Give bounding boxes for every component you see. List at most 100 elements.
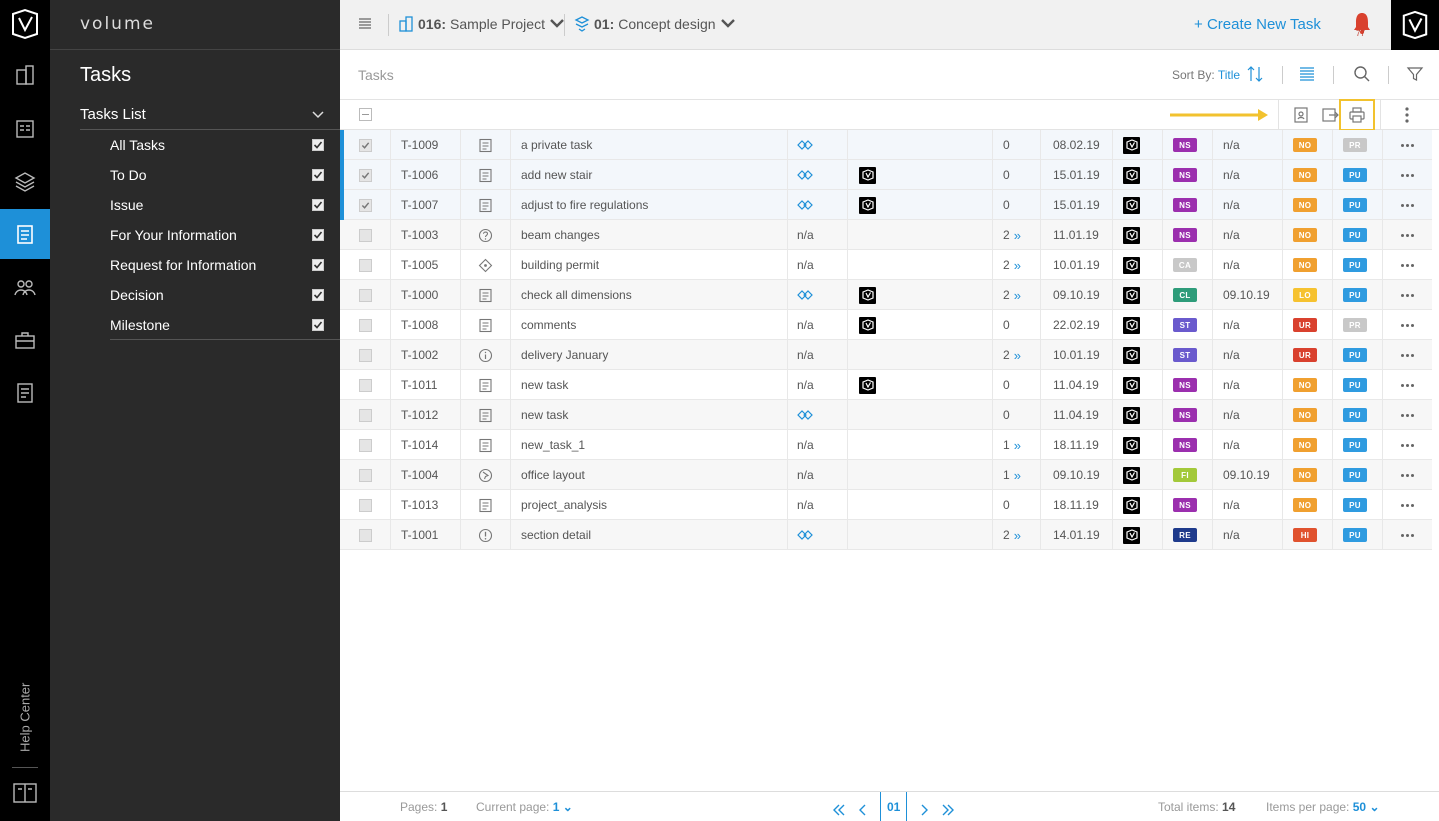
row-checkbox[interactable] [359,498,372,512]
task-title[interactable]: new task [510,370,787,400]
comments-count[interactable]: 2» [992,340,1040,370]
row-more-button[interactable] [1382,160,1432,190]
phase-link-icon[interactable] [787,160,847,190]
row-checkbox[interactable] [359,438,372,452]
manual-book-icon[interactable] [12,780,38,806]
double-chevron-right-icon[interactable]: » [1014,528,1021,543]
row-checkbox[interactable] [359,258,372,272]
row-more-button[interactable] [1382,220,1432,250]
double-chevron-right-icon[interactable]: » [1014,348,1021,363]
row-more-button[interactable] [1382,310,1432,340]
comments-count[interactable]: 1» [992,430,1040,460]
row-checkbox[interactable] [359,138,372,152]
row-checkbox[interactable] [359,408,372,422]
export-report-button[interactable] [1290,104,1312,126]
row-checkbox[interactable] [359,288,372,302]
phase-selector[interactable]: 01: Concept design [574,16,736,32]
table-row[interactable]: T-1009 a private task 0 08.02.19 NS n/a NO PR [340,130,1432,160]
phase-link-icon[interactable] [787,190,847,220]
tasks-list-toggle[interactable]: Tasks List [80,100,340,130]
row-more-button[interactable] [1382,430,1432,460]
row-more-button[interactable] [1382,460,1432,490]
nav-tasks-icon[interactable] [0,209,50,259]
task-title[interactable]: project_analysis [510,490,787,520]
table-row[interactable]: T-1002 delivery January n/a 2» 10.01.19 ST n/a… [340,340,1432,370]
filter-checkbox[interactable] [312,139,324,151]
table-row[interactable]: T-1013 project_analysis n/a 0 18.11.19 NS n/a N… [340,490,1432,520]
row-checkbox[interactable] [359,378,372,392]
filter-icon[interactable] [1406,65,1424,83]
task-title[interactable]: check all dimensions [510,280,787,310]
filter-checkbox[interactable] [312,229,324,241]
row-checkbox[interactable] [359,348,372,362]
sidebar-filter-item[interactable]: All Tasks [110,130,340,160]
task-title[interactable]: new task [510,400,787,430]
comments-count[interactable]: 1» [992,460,1040,490]
task-title[interactable]: beam changes [510,220,787,250]
menu-icon[interactable] [358,17,372,31]
table-row[interactable]: T-1008 comments n/a 0 22.02.19 ST n/a UR PR [340,310,1432,340]
row-more-button[interactable] [1382,490,1432,520]
task-title[interactable]: new_task_1 [510,430,787,460]
comments-count[interactable]: 2» [992,250,1040,280]
previous-page-icon[interactable] [856,804,870,816]
sidebar-filter-item[interactable]: For Your Information [110,220,340,250]
select-all-checkbox[interactable] [359,108,372,121]
first-page-icon[interactable] [832,804,846,816]
row-checkbox[interactable] [359,198,372,212]
double-chevron-right-icon[interactable]: » [1014,468,1021,483]
filter-checkbox[interactable] [312,259,324,271]
help-center-link[interactable]: Help Center [12,680,38,755]
table-row[interactable]: T-1014 new_task_1 n/a 1» 18.11.19 NS n/a NO PU [340,430,1432,460]
row-more-button[interactable] [1382,190,1432,220]
phase-link-icon[interactable] [787,520,847,550]
nav-reports-icon[interactable] [0,368,50,418]
items-per-page-selector[interactable]: Items per page: 50 ⌄ [1266,800,1380,814]
nav-projects-icon[interactable] [0,103,50,153]
last-page-icon[interactable] [941,804,955,816]
double-chevron-right-icon[interactable]: » [1014,258,1021,273]
comments-count[interactable]: 2» [992,520,1040,550]
table-row[interactable]: T-1012 new task 0 11.04.19 NS n/a NO PU [340,400,1432,430]
search-icon[interactable] [1353,65,1371,83]
nav-layers-icon[interactable] [0,156,50,206]
phase-link-icon[interactable] [787,130,847,160]
double-chevron-right-icon[interactable]: » [1014,228,1021,243]
row-more-button[interactable] [1382,280,1432,310]
export-button[interactable] [1319,104,1341,126]
task-title[interactable]: building permit [510,250,787,280]
table-row[interactable]: T-1005 building permit n/a 2» 10.01.19 CA n/a N… [340,250,1432,280]
nav-briefcase-icon[interactable] [0,315,50,365]
row-checkbox[interactable] [359,468,372,482]
phase-link-icon[interactable] [787,280,847,310]
sidebar-filter-item[interactable]: Decision [110,280,340,310]
double-chevron-right-icon[interactable]: » [1014,438,1021,453]
project-selector[interactable]: 016: Sample Project [398,16,565,32]
table-row[interactable]: T-1000 check all dimensions 2» 09.10.19 CL 09… [340,280,1432,310]
filter-checkbox[interactable] [312,318,324,331]
table-row[interactable]: T-1004 office layout n/a 1» 09.10.19 FI 09.10.… [340,460,1432,490]
phase-link-icon[interactable] [787,400,847,430]
current-page-selector[interactable]: Current page: 1 ⌄ [476,800,573,814]
filter-checkbox[interactable] [312,169,324,181]
nav-buildings-icon[interactable] [0,50,50,100]
row-more-button[interactable] [1382,520,1432,550]
company-logo[interactable] [1391,0,1439,50]
list-view-icon[interactable] [1298,65,1316,83]
sidebar-filter-item[interactable]: Issue [110,190,340,220]
sidebar-filter-item[interactable]: Milestone [110,310,340,340]
sort-direction-icon[interactable] [1246,65,1264,83]
table-row[interactable]: T-1011 new task n/a 0 11.04.19 NS n/a NO PU [340,370,1432,400]
page-number[interactable]: 01 [880,792,908,821]
table-row[interactable]: T-1001 section detail 2» 14.01.19 RE n/a HI PU [340,520,1432,550]
sort-selector[interactable]: Sort By: Title [1172,68,1240,82]
task-title[interactable]: add new stair [510,160,787,190]
task-title[interactable]: office layout [510,460,787,490]
double-chevron-right-icon[interactable]: » [1014,288,1021,303]
row-more-button[interactable] [1382,130,1432,160]
table-row[interactable]: T-1007 adjust to fire regulations 0 15.01.1… [340,190,1432,220]
row-checkbox[interactable] [359,318,372,332]
task-title[interactable]: a private task [510,130,787,160]
row-more-button[interactable] [1382,340,1432,370]
comments-count[interactable]: 2» [992,280,1040,310]
